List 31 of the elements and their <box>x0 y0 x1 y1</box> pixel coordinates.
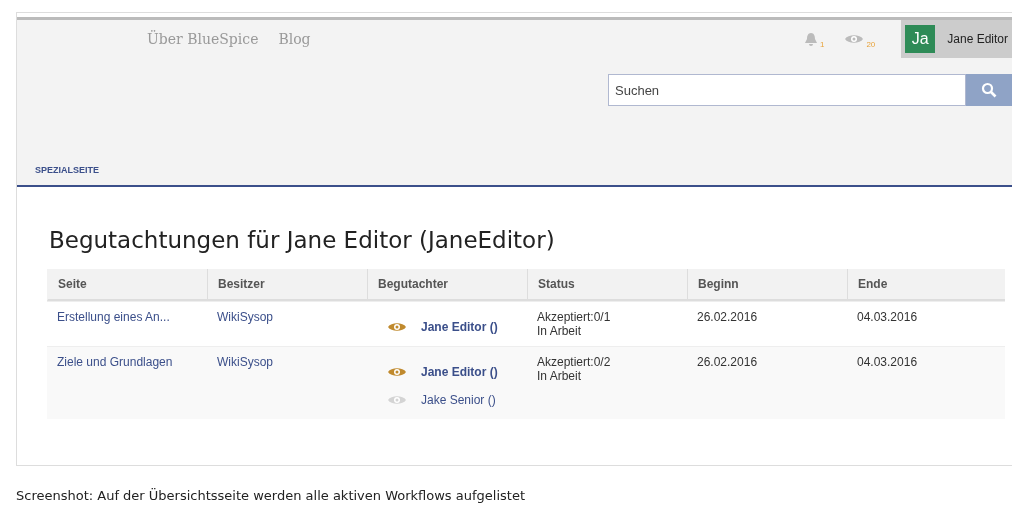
eye-icon[interactable] <box>844 33 865 45</box>
status-text: In Arbeit <box>537 324 583 338</box>
reviewer-link[interactable]: Jane Editor () <box>421 320 498 334</box>
column-header[interactable]: Ende <box>847 269 1005 301</box>
search-icon <box>981 82 997 98</box>
reviewer-link[interactable]: Jane Editor () <box>421 365 498 379</box>
status-text: In Arbeit <box>537 369 583 383</box>
column-header[interactable]: Status <box>527 269 687 301</box>
status-text: Akzeptiert:0/2 <box>537 355 612 369</box>
start-date: 26.02.2016 <box>697 355 759 369</box>
column-header[interactable]: Begutachter <box>367 269 527 301</box>
status-text: Akzeptiert:0/1 <box>537 310 612 324</box>
end-date: 04.03.2016 <box>857 355 919 369</box>
start-date: 26.02.2016 <box>697 310 759 324</box>
search-button[interactable] <box>966 74 1012 106</box>
owner-link[interactable]: WikiSysop <box>207 346 367 419</box>
reviewer-link[interactable]: Jake Senior () <box>421 393 496 407</box>
page-link[interactable]: Ziele und Grundlagen <box>47 346 207 419</box>
end-date: 04.03.2016 <box>857 310 919 324</box>
user-avatar[interactable]: Ja <box>905 25 936 53</box>
watch-count: 20 <box>866 39 876 49</box>
column-header[interactable]: Seite <box>47 269 207 301</box>
bell-icon[interactable] <box>803 32 818 46</box>
user-name[interactable]: Jane Editor <box>947 32 1008 46</box>
figure-caption: Screenshot: Auf der Übersichtsseite werden alle aktiven Workflows aufgelistet <box>16 488 526 503</box>
column-header[interactable]: Besitzer <box>207 269 367 301</box>
page-title: Begutachtungen für Jane Editor (JaneEditor) <box>49 227 556 253</box>
column-header[interactable]: Beginn <box>687 269 847 301</box>
notification-count: 1 <box>819 39 825 49</box>
page-tab[interactable]: SPEZIALSEITE <box>35 165 1012 175</box>
search-field[interactable]: Suchen <box>608 74 966 106</box>
